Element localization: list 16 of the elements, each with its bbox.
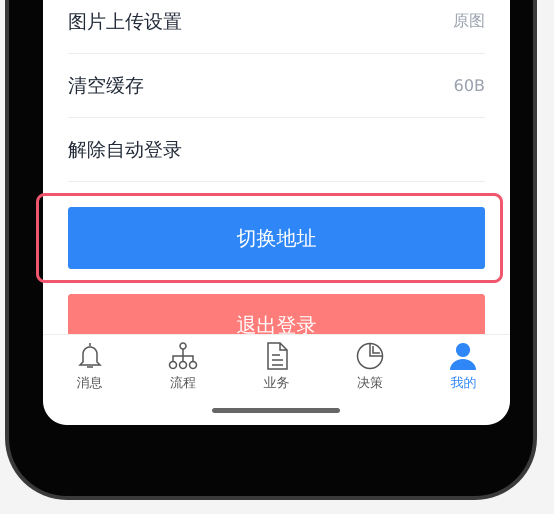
document-icon (264, 342, 289, 370)
tab[interactable]: 业务 (230, 335, 324, 392)
tab[interactable]: 消息 (43, 335, 136, 392)
tab[interactable]: 我的 (416, 335, 510, 392)
pie-chart-icon (356, 342, 384, 370)
bell-icon (78, 342, 102, 370)
switch-address-button[interactable]: 切换地址 (68, 207, 485, 269)
setting-label: 图片上传设置 (68, 10, 182, 34)
setting-label: 解除自动登录 (68, 138, 182, 162)
person-icon (449, 342, 478, 370)
tab[interactable]: 决策 (323, 335, 417, 392)
hierarchy-icon (168, 342, 198, 370)
setting-value: 60B (454, 76, 485, 95)
setting-value: 原图 (453, 11, 485, 32)
tab[interactable]: 流程 (136, 335, 230, 392)
setting-label: 清空缓存 (68, 74, 144, 98)
